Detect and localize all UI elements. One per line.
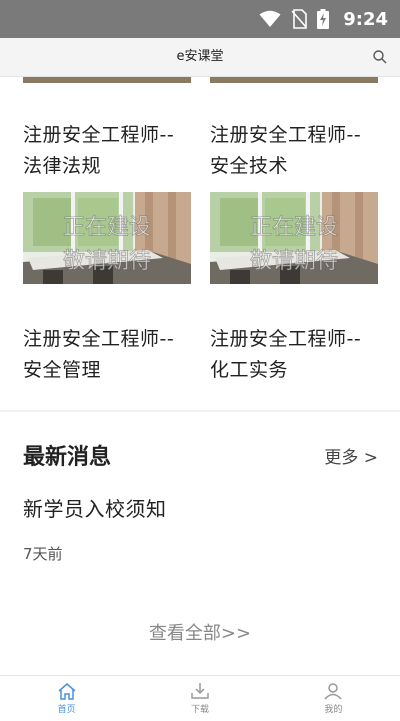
section-divider [0, 410, 400, 412]
course-title[interactable]: 注册安全工程师-- 法律法规 [23, 120, 193, 182]
thumbnail-caption: 正在建设 [250, 215, 338, 240]
view-all-link[interactable]: 查看全部>> [0, 619, 400, 645]
course-title[interactable]: 注册安全工程师-- 安全技术 [210, 120, 380, 182]
thumbnail-caption: 敬请期待 [63, 249, 151, 274]
course-thumbnail[interactable]: 正在建设 敬请期待 [210, 192, 378, 284]
home-icon [58, 683, 76, 700]
news-section-title: 最新消息 [23, 445, 112, 470]
bottom-nav: 首页 下载 我的 [0, 675, 400, 721]
battery-charging-icon [317, 9, 330, 29]
nav-home[interactable]: 首页 [0, 676, 133, 721]
course-title[interactable]: 注册安全工程师-- 安全管理 [23, 324, 193, 386]
status-time: 9:24 [343, 8, 388, 30]
thumbnail-caption: 正在建设 [63, 215, 151, 240]
status-bar: 9:24 [0, 0, 400, 38]
nav-download[interactable]: 下载 [133, 676, 266, 721]
wifi-icon [259, 10, 281, 27]
course-thumbnail[interactable]: 正在建设 敬请期待 [23, 192, 191, 284]
nav-download-label: 下载 [190, 705, 209, 715]
course-thumbnail[interactable] [23, 77, 191, 83]
status-icons: 9:24 [259, 0, 388, 38]
more-link[interactable]: 更多 > [324, 443, 378, 468]
nav-profile-label: 我的 [324, 705, 343, 715]
search-icon[interactable] [372, 49, 388, 65]
app-title: e安课堂 [176, 49, 224, 64]
nav-profile[interactable]: 我的 [267, 676, 400, 721]
no-sim-icon [291, 9, 308, 29]
news-item-title[interactable]: 新学员入校须知 [23, 493, 167, 522]
content-scroll[interactable]: 注册安全工程师-- 法律法规 注册安全工程师-- 安全技术 正在建设 敬请期待 [0, 77, 400, 675]
nav-home-label: 首页 [57, 705, 76, 715]
news-item-time: 7天前 [23, 545, 63, 563]
download-icon [191, 683, 209, 699]
course-thumbnail[interactable] [210, 77, 378, 83]
app-header: e安课堂 [0, 38, 400, 77]
thumbnail-caption: 敬请期待 [250, 249, 338, 274]
user-icon [324, 683, 342, 700]
course-title[interactable]: 注册安全工程师-- 化工实务 [210, 324, 380, 386]
